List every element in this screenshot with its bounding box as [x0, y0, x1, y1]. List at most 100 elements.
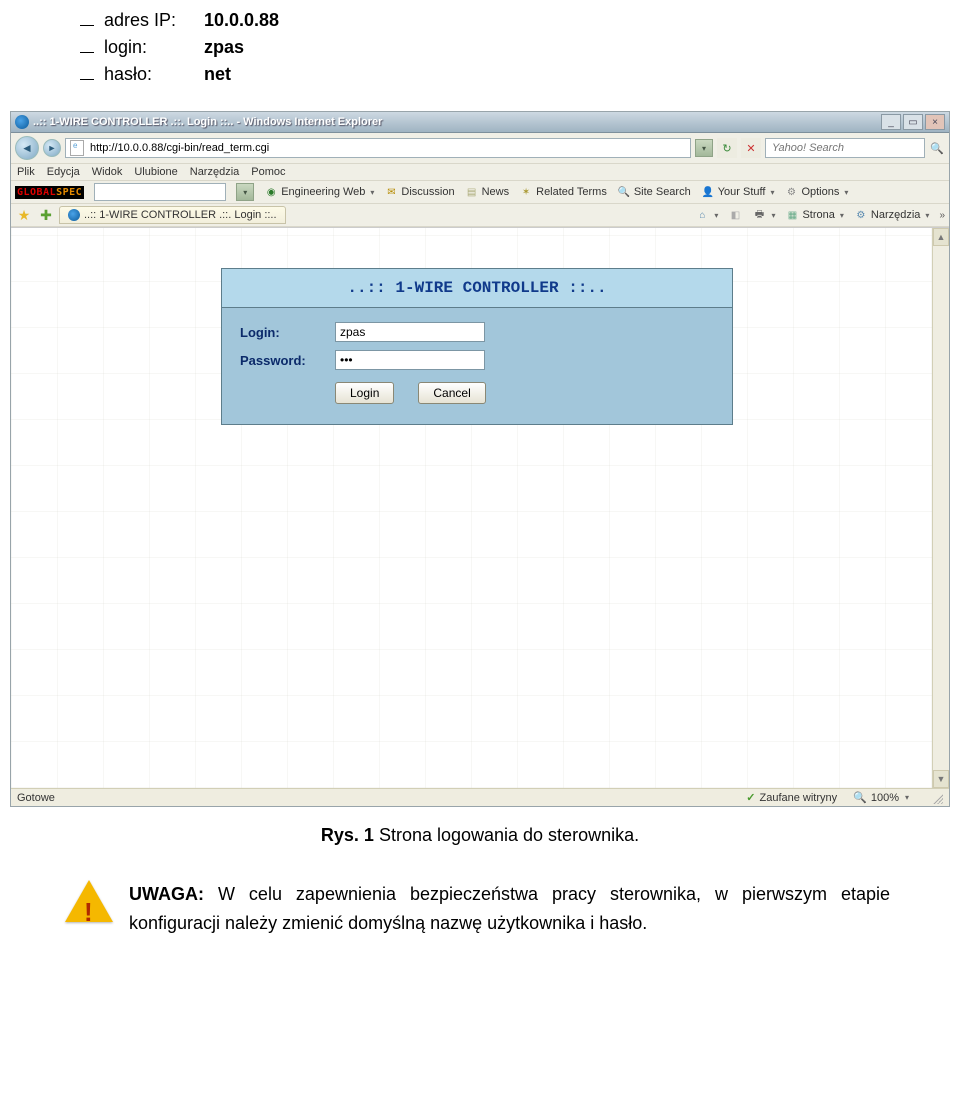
add-favorite-button[interactable]: ✚ [37, 206, 55, 224]
security-zone: ✓ Zaufane witryny [746, 791, 837, 804]
home-button[interactable]: ⌂ ▾ [695, 208, 718, 222]
login-input[interactable] [335, 322, 485, 342]
login-row-login: Login: [240, 322, 714, 342]
favorites-star-button[interactable]: ★ [15, 206, 33, 224]
password-value: net [204, 64, 231, 85]
page-menu[interactable]: ▦ Strona ▾ [785, 208, 843, 222]
check-icon: ✓ [746, 791, 755, 804]
dash-icon [80, 25, 94, 26]
warning-text-container: UWAGA: W celu zapewnienia bezpieczeństwa… [129, 880, 890, 938]
ip-value: 10.0.0.88 [204, 10, 279, 31]
warning-prefix: UWAGA: [129, 884, 204, 904]
related-icon: ✶ [519, 185, 533, 199]
overflow-chevron-icon[interactable]: » [939, 210, 945, 221]
tb-news[interactable]: ▤ News [465, 185, 510, 199]
scroll-down-arrow-icon[interactable]: ▼ [933, 770, 949, 788]
search-bar[interactable] [765, 138, 925, 158]
param-line-ip: adres IP: 10.0.0.88 [80, 10, 880, 31]
chevron-down-icon: ▾ [925, 211, 929, 220]
tb-label: Strona [802, 209, 834, 221]
tools-menu[interactable]: ⚙ Narzędzia ▾ [854, 208, 930, 222]
menu-tools[interactable]: Narzędzia [190, 166, 240, 178]
discussion-icon: ✉ [384, 185, 398, 199]
maximize-button[interactable]: ▭ [903, 114, 923, 130]
login-button[interactable]: Login [335, 382, 394, 404]
refresh-button[interactable]: ↻ [717, 138, 737, 158]
password-field-label: Password: [240, 353, 335, 368]
gear-icon: ⚙ [784, 185, 798, 199]
tab-bar-left: ★ ✚ ..:: 1-WIRE CONTROLLER .::. Login ::… [15, 206, 286, 224]
tb-options[interactable]: ⚙ Options ▾ [784, 185, 848, 199]
login-body: Login: Password: Login Cancel [222, 308, 732, 424]
tb-related-terms[interactable]: ✶ Related Terms [519, 185, 607, 199]
tb-label: Related Terms [536, 186, 607, 198]
search-input[interactable] [770, 141, 920, 155]
browser-window: ..:: 1-WIRE CONTROLLER .::. Login ::.. -… [10, 111, 950, 807]
print-icon: 🖶 [752, 208, 766, 222]
caption-text: Strona logowania do sterownika. [374, 825, 639, 845]
gear-icon: ⚙ [854, 208, 868, 222]
page-viewport: ..:: 1-WIRE CONTROLLER ::.. Login: Passw… [11, 227, 949, 788]
login-field-label: Login: [240, 325, 335, 340]
vertical-scrollbar[interactable]: ▲ ▼ [932, 228, 949, 788]
chevron-down-icon: ▾ [370, 188, 374, 197]
feed-button[interactable]: ◧ [728, 208, 742, 222]
page-icon: ▦ [785, 208, 799, 222]
page-icon [70, 140, 84, 156]
globalspec-logo: GLOBALSPEC [15, 186, 84, 199]
password-input[interactable] [335, 350, 485, 370]
tb-your-stuff[interactable]: 👤 Your Stuff ▾ [701, 185, 775, 199]
window-title: ..:: 1-WIRE CONTROLLER .::. Login ::.. -… [33, 116, 382, 128]
nav-bar: ◄ ► ▾ ↻ ✕ 🔍 [11, 133, 949, 164]
login-value: zpas [204, 37, 244, 58]
url-dropdown-button[interactable]: ▾ [695, 139, 713, 157]
person-icon: 👤 [701, 185, 715, 199]
search-icon: 🔍 [617, 185, 631, 199]
url-bar[interactable] [65, 138, 691, 158]
status-bar: Gotowe ✓ Zaufane witryny 🔍 100% ▾ [11, 788, 949, 806]
zoom-value: 100% [871, 792, 899, 804]
chevron-down-icon: ▾ [714, 211, 718, 220]
tb-discussion[interactable]: ✉ Discussion [384, 185, 454, 199]
tb-label: News [482, 186, 510, 198]
ie-icon [15, 115, 29, 129]
forward-button[interactable]: ► [43, 139, 61, 157]
tb-label: Discussion [401, 186, 454, 198]
login-row-password: Password: [240, 350, 714, 370]
globalspec-search-input[interactable] [94, 183, 226, 201]
menu-help[interactable]: Pomoc [251, 166, 285, 178]
tb-label: Engineering Web [281, 186, 365, 198]
resize-grip-icon[interactable] [931, 792, 943, 804]
chevron-down-icon: ▾ [905, 793, 909, 802]
title-bar-left: ..:: 1-WIRE CONTROLLER .::. Login ::.. -… [15, 115, 382, 129]
tb-site-search[interactable]: 🔍 Site Search [617, 185, 691, 199]
tb-engineering-web[interactable]: ◉ Engineering Web ▾ [264, 185, 374, 199]
trusted-label: Zaufane witryny [759, 792, 837, 804]
chevron-down-icon: ▾ [840, 211, 844, 220]
browser-tab[interactable]: ..:: 1-WIRE CONTROLLER .::. Login ::.. [59, 206, 286, 224]
globe-icon: ◉ [264, 185, 278, 199]
close-button[interactable]: × [925, 114, 945, 130]
chevron-down-icon: ▾ [771, 211, 775, 220]
zoom-indicator[interactable]: 🔍 100% ▾ [853, 791, 909, 804]
cancel-button[interactable]: Cancel [418, 382, 485, 404]
search-go-button[interactable]: 🔍 [929, 140, 945, 156]
url-input[interactable] [88, 141, 686, 155]
ip-label: adres IP: [104, 10, 204, 31]
scroll-up-arrow-icon[interactable]: ▲ [933, 228, 949, 246]
stop-button[interactable]: ✕ [741, 138, 761, 158]
minimize-button[interactable]: _ [881, 114, 901, 130]
back-button[interactable]: ◄ [15, 136, 39, 160]
globalspec-search-dropdown[interactable]: ▾ [236, 183, 254, 201]
menu-edit[interactable]: Edycja [47, 166, 80, 178]
menu-file[interactable]: Plik [17, 166, 35, 178]
menu-favorites[interactable]: Ulubione [134, 166, 177, 178]
print-button[interactable]: 🖶 ▾ [752, 208, 775, 222]
figure-caption: Rys. 1 Strona logowania do sterownika. [0, 825, 960, 846]
login-label: login: [104, 37, 204, 58]
tb-label: Site Search [634, 186, 691, 198]
tb-label: Your Stuff [718, 186, 766, 198]
menu-view[interactable]: Widok [92, 166, 123, 178]
login-header: ..:: 1-WIRE CONTROLLER ::.. [222, 269, 732, 308]
warning-text: W celu zapewnienia bezpieczeństwa pracy … [129, 884, 890, 933]
